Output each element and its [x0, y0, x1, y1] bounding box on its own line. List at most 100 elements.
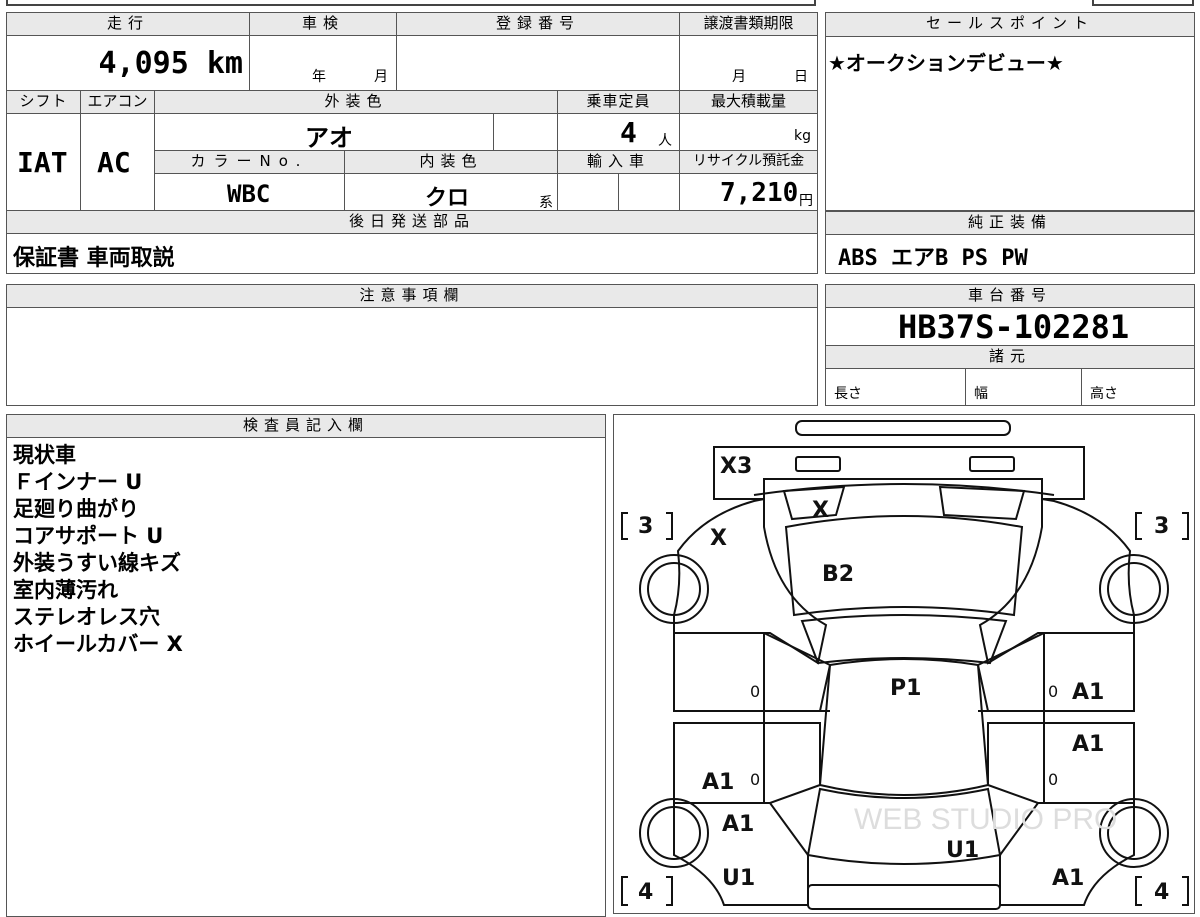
mark-right-rear-door: A1 [1072, 732, 1104, 757]
spec-header: 諸元 [825, 345, 1195, 369]
right-rear-door [987, 722, 1135, 804]
grille-top-line [753, 483, 1055, 496]
ac-cell: AC [80, 113, 155, 211]
equipment-header: 純正装備 [825, 211, 1195, 235]
rear-bumper [807, 884, 1001, 910]
color-no-header: カラーNo. [154, 150, 345, 174]
chassis-cell: HB37S-102281 [825, 307, 1195, 346]
inspector-note: Ｆインナー U [13, 470, 143, 494]
transfer-day: 日 [794, 69, 808, 85]
exterior-header: 外装色 [154, 90, 558, 114]
chassis-value: HB37S-102281 [898, 308, 1130, 346]
shift-cell: IAT [6, 113, 81, 211]
top-cutoff-row [6, 0, 816, 6]
mark-front-left: X [710, 526, 727, 551]
mark-hood: B2 [822, 562, 854, 587]
mark-left-quarter: A1 [722, 812, 754, 837]
mark-tire-rl: 4 [638, 880, 653, 905]
inspection-header: 車検 [249, 12, 397, 36]
mark-roof: P1 [890, 676, 921, 701]
mileage-cell: 4,095 km [6, 35, 250, 91]
recycle-header: リサイクル預託金 [679, 150, 818, 174]
info-table: 走行 車検 登録番号 譲渡書類期限 4,095 km 年 月 月 日 シフト エ… [6, 12, 818, 274]
length-label: 長さ [834, 386, 862, 402]
top-cutoff-right [1092, 0, 1194, 6]
equipment-cell: ABS エアB PS PW [825, 234, 1195, 274]
import-cell-a [557, 173, 619, 211]
mark-rear: U1 [946, 838, 979, 863]
mark-right-rear: A1 [1052, 866, 1084, 891]
sales-point-cell: ★オークションデビュー★ [825, 36, 1195, 211]
inspector-note: コアサポート U [13, 524, 164, 548]
inspection-year: 年 [312, 69, 326, 85]
sales-point-header: セールスポイント [825, 12, 1195, 37]
ac-header: エアコン [80, 90, 155, 114]
height-cell: 高さ [1081, 368, 1195, 406]
inspection-month: 月 [374, 69, 388, 85]
bracket [1135, 876, 1142, 906]
bracket [666, 512, 673, 540]
mark-grille: X [812, 498, 829, 523]
inspector-header: 検査員記入欄 [6, 414, 606, 438]
load-cell: kg [679, 113, 818, 151]
recycle-value: 7,210 [720, 178, 799, 208]
inspector-note: ホイールカバー X [13, 632, 183, 656]
left-rear-door [673, 722, 821, 804]
inspector-note: 外装うすい線キズ [13, 551, 181, 575]
inspector-note: 室内薄汚れ [13, 578, 118, 602]
bracket [666, 876, 673, 906]
mark-left-rear-door-number: 0 [750, 770, 760, 789]
inspector-note: 現状車 [13, 443, 76, 467]
interior-value: クロ [425, 186, 470, 211]
transfer-month: 月 [732, 69, 746, 85]
inspector-note: ステレオレス穴 [13, 605, 160, 629]
windshield-shape [800, 614, 1008, 665]
mileage-header: 走行 [6, 12, 250, 36]
mark-left-rear: U1 [722, 866, 755, 891]
import-header: 輸入車 [557, 150, 680, 174]
capacity-value: 4 [620, 116, 637, 149]
headlight-left [795, 456, 841, 472]
bracket [1135, 512, 1142, 540]
capacity-cell: 4 人 [557, 113, 680, 151]
exterior-extra-cell [493, 113, 558, 151]
exterior-value: アオ [305, 124, 353, 152]
caution-header: 注意事項欄 [6, 284, 818, 308]
width-cell: 幅 [965, 368, 1082, 406]
later-parts-header: 後日発送部品 [6, 210, 818, 234]
car-diagram: X3 X X B2 P1 0 0 0 0 A1 A1 A1 A1 U1 U1 A… [621, 420, 1189, 910]
recycle-cell: 7,210 円 [679, 173, 818, 211]
recycle-unit: 円 [799, 193, 813, 209]
car-diagram-panel: X3 X X B2 P1 0 0 0 0 A1 A1 A1 A1 U1 U1 A… [613, 414, 1195, 914]
interior-unit: 系 [539, 195, 553, 211]
inspector-notes: 現状車 Ｆインナー U 足廻り曲がり コアサポート U 外装うすい線キズ 室内薄… [13, 442, 183, 658]
load-unit: kg [794, 128, 811, 144]
bracket [621, 512, 628, 540]
mark-right-rear-door-number: 0 [1048, 770, 1058, 789]
inspector-cell: 現状車 Ｆインナー U 足廻り曲がり コアサポート U 外装うすい線キズ 室内薄… [6, 437, 606, 917]
import-cell-b [618, 173, 680, 211]
chassis-header: 車台番号 [825, 284, 1195, 308]
front-emblem-shape [795, 420, 1011, 436]
watermark: WEB STUDIO PRO [854, 803, 1117, 836]
transfer-cell: 月 日 [679, 35, 818, 91]
equipment-value: ABS エアB PS PW [838, 246, 1028, 271]
caution-cell [6, 307, 818, 406]
capacity-header: 乗車定員 [557, 90, 680, 114]
capacity-unit: 人 [658, 133, 672, 149]
width-label: 幅 [974, 386, 988, 402]
interior-header: 内装色 [344, 150, 558, 174]
bracket [621, 876, 628, 906]
mark-right-front-door-number: 0 [1048, 682, 1058, 701]
length-cell: 長さ [825, 368, 966, 406]
mark-tire-rr: 4 [1154, 880, 1169, 905]
sales-point-value: ★オークションデビュー★ [828, 51, 1064, 75]
bracket [1182, 512, 1189, 540]
later-parts-value: 保証書 車両取説 [13, 246, 175, 271]
mark-left-front-door-number: 0 [750, 682, 760, 701]
bracket [1182, 876, 1189, 906]
mark-right-front-door: A1 [1072, 680, 1104, 705]
mark-front-bumper: X3 [720, 454, 752, 479]
registration-header: 登録番号 [396, 12, 680, 36]
shift-value: IAT [17, 146, 68, 179]
